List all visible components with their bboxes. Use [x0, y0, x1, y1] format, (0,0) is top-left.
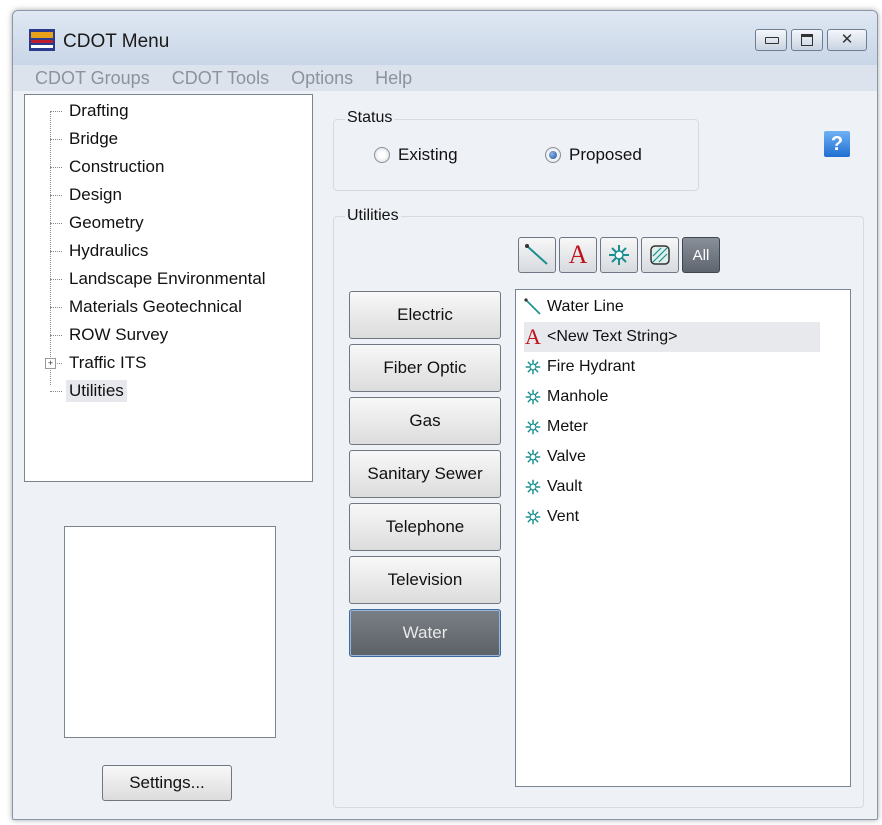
cell-icon	[524, 388, 542, 406]
tree-item-label: Bridge	[69, 129, 119, 148]
list-item-label: Fire Hydrant	[547, 358, 636, 375]
tree-item-label: Drafting	[69, 101, 129, 120]
cell-icon	[524, 448, 542, 466]
tree-item-label: Traffic ITS	[69, 353, 147, 372]
group-tree[interactable]: Drafting Bridge Construction Design Geom…	[24, 94, 313, 482]
list-item-label: Meter	[547, 418, 588, 435]
maximize-icon	[801, 34, 813, 46]
filter-cell-button[interactable]	[600, 237, 638, 273]
minimize-button[interactable]	[755, 29, 787, 51]
category-sanitary-sewer-button[interactable]: Sanitary Sewer	[349, 450, 501, 498]
tree-item-label: Hydraulics	[69, 241, 149, 260]
tree-item-landscape-environmental[interactable]: Landscape Environmental	[50, 265, 269, 293]
list-item-new-text-string[interactable]: A <New Text String>	[524, 322, 820, 352]
list-item-valve[interactable]: Valve	[524, 442, 586, 472]
close-button[interactable]: ✕	[827, 29, 867, 51]
category-electric-button[interactable]: Electric	[349, 291, 501, 339]
menu-options[interactable]: Options	[291, 65, 353, 91]
title-bar[interactable]: CDOT Menu ✕	[13, 11, 877, 65]
menu-cdot-tools[interactable]: CDOT Tools	[172, 65, 269, 91]
list-item-label: Vault	[547, 478, 583, 495]
filter-pattern-button[interactable]	[641, 237, 679, 273]
tree-item-label: Construction	[69, 157, 165, 176]
category-fiber-optic-button[interactable]: Fiber Optic	[349, 344, 501, 392]
radio-proposed-dot[interactable]	[545, 147, 561, 163]
tree-item-materials-geotechnical[interactable]: Materials Geotechnical	[50, 293, 245, 321]
cell-icon	[524, 418, 542, 436]
radio-existing-label: Existing	[398, 145, 458, 164]
list-item-water-line[interactable]: Water Line	[524, 292, 624, 322]
tree-item-construction[interactable]: Construction	[50, 153, 167, 181]
menu-bar: CDOT Groups CDOT Tools Options Help	[13, 65, 877, 91]
list-item-label: Manhole	[547, 388, 609, 405]
radio-proposed-label: Proposed	[569, 145, 642, 164]
element-filter-bar: A All	[518, 237, 720, 273]
preview-pane	[64, 526, 276, 738]
tree-item-row-survey[interactable]: ROW Survey	[50, 321, 171, 349]
maximize-button[interactable]	[791, 29, 823, 51]
tree-item-label: Geometry	[69, 213, 144, 232]
cell-icon	[609, 245, 629, 265]
cdot-menu-window: CDOT Menu ✕ CDOT Groups CDOT Tools Optio…	[12, 10, 878, 820]
text-icon: A	[525, 324, 541, 349]
list-item-vault[interactable]: Vault	[524, 472, 582, 502]
tree-item-drafting[interactable]: Drafting	[50, 97, 132, 125]
list-item-label: Water Line	[547, 298, 624, 315]
element-list[interactable]: Water Line A <New Text String> Fire Hydr…	[515, 289, 851, 787]
category-television-button[interactable]: Television	[349, 556, 501, 604]
filter-line-button[interactable]	[518, 237, 556, 273]
text-icon: A	[568, 240, 588, 269]
status-label: Status	[345, 109, 395, 127]
tree-item-label: Materials Geotechnical	[69, 297, 242, 316]
line-icon	[524, 298, 542, 316]
filter-text-button[interactable]: A	[559, 237, 597, 273]
line-icon	[525, 244, 548, 265]
filter-all-button[interactable]: All	[682, 237, 720, 273]
list-item-label: Vent	[547, 508, 580, 525]
tree-item-hydraulics[interactable]: Hydraulics	[50, 237, 151, 265]
tree-item-utilities[interactable]: Utilities	[50, 377, 127, 405]
tree-item-label: ROW Survey	[69, 325, 169, 344]
list-item-meter[interactable]: Meter	[524, 412, 588, 442]
cdot-app-icon	[29, 29, 55, 51]
radio-existing[interactable]: Existing	[374, 145, 458, 165]
radio-existing-dot[interactable]	[374, 147, 390, 163]
radio-proposed[interactable]: Proposed	[545, 145, 642, 165]
settings-button[interactable]: Settings...	[102, 765, 232, 801]
tree-item-label: Utilities	[66, 380, 127, 402]
category-gas-button[interactable]: Gas	[349, 397, 501, 445]
list-item-label: <New Text String>	[547, 328, 678, 345]
window-title: CDOT Menu	[63, 31, 170, 52]
tree-item-traffic-its[interactable]: + Traffic ITS	[45, 349, 149, 377]
category-water-button[interactable]: Water	[349, 609, 501, 657]
pattern-icon	[650, 245, 670, 265]
list-item-fire-hydrant[interactable]: Fire Hydrant	[524, 352, 635, 382]
cell-icon	[524, 478, 542, 496]
category-telephone-button[interactable]: Telephone	[349, 503, 501, 551]
expand-icon[interactable]: +	[45, 357, 56, 369]
menu-cdot-groups[interactable]: CDOT Groups	[35, 65, 150, 91]
menu-help[interactable]: Help	[375, 65, 412, 91]
tree-item-geometry[interactable]: Geometry	[50, 209, 147, 237]
tree-item-design[interactable]: Design	[50, 181, 125, 209]
close-icon: ✕	[840, 31, 854, 48]
minimize-icon	[765, 37, 779, 44]
help-icon[interactable]: ?	[824, 131, 850, 157]
list-item-label: Valve	[547, 448, 586, 465]
tree-item-label: Landscape Environmental	[69, 269, 266, 288]
tree-item-label: Design	[69, 185, 122, 204]
cell-icon	[524, 508, 542, 526]
utilities-label: Utilities	[345, 207, 401, 225]
list-item-manhole[interactable]: Manhole	[524, 382, 608, 412]
cell-icon	[524, 358, 542, 376]
list-item-vent[interactable]: Vent	[524, 502, 579, 532]
tree-item-bridge[interactable]: Bridge	[50, 125, 121, 153]
